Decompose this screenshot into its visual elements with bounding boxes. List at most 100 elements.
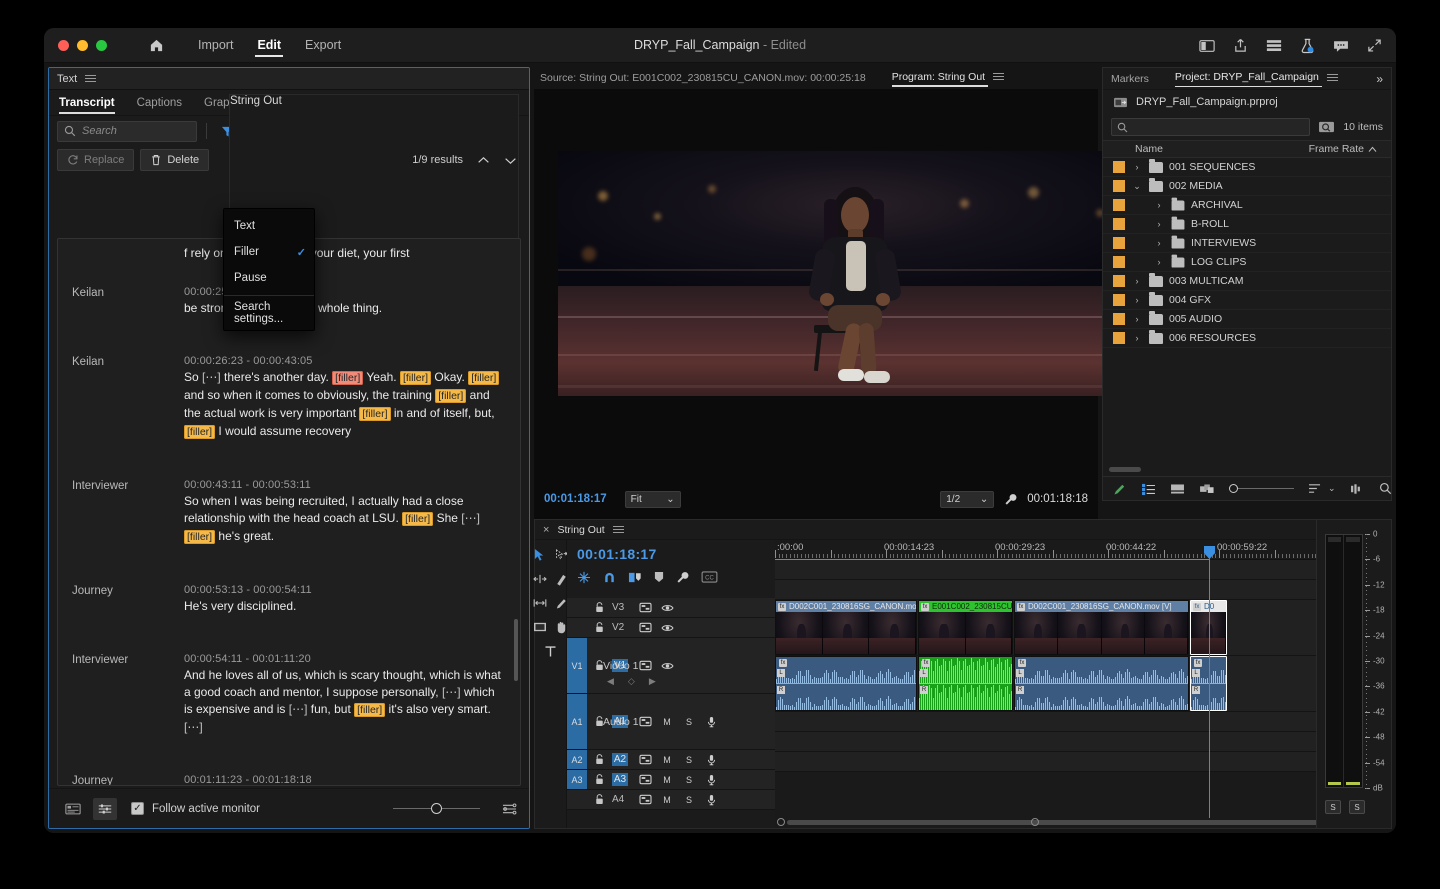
eye-icon[interactable] <box>658 657 676 675</box>
filler-word-highlight[interactable]: [filler] <box>184 530 215 544</box>
transcript-text[interactable]: He's very disciplined. <box>184 598 506 615</box>
home-icon[interactable] <box>149 38 164 53</box>
zoom-level-select[interactable]: Fit ⌄ <box>625 491 681 508</box>
filler-word-highlight[interactable]: [filler] <box>359 407 390 421</box>
bin-color-swatch[interactable] <box>1113 199 1125 211</box>
track-source-patch-a4[interactable] <box>567 790 587 809</box>
properties-icon[interactable] <box>1266 39 1282 52</box>
search-field-wrapper[interactable] <box>57 121 197 142</box>
chevron-right-icon[interactable]: › <box>1131 333 1143 343</box>
selection-tool-icon[interactable] <box>531 546 549 564</box>
maximize-window-button[interactable] <box>96 40 107 51</box>
bin-row[interactable]: ›006 RESOURCES <box>1103 329 1391 348</box>
text-panel-title[interactable]: Text <box>57 73 77 85</box>
track-header-v2[interactable]: V2 <box>567 618 775 638</box>
pen-tool-icon[interactable] <box>1113 482 1127 496</box>
track-header-a3[interactable]: A3A3MS <box>567 770 775 790</box>
program-monitor-tab[interactable]: Program: String Out <box>892 71 1004 86</box>
chevron-right-icon[interactable]: › <box>1131 162 1143 172</box>
transcript-text[interactable]: And he loves all of us, which is scary t… <box>184 667 506 736</box>
solo-track-button[interactable]: S <box>680 713 698 731</box>
mute-track-button[interactable]: M <box>658 713 676 731</box>
scrollbar-right-handle[interactable] <box>1031 818 1039 826</box>
minimize-window-button[interactable] <box>77 40 88 51</box>
chevron-right-icon[interactable]: › <box>1153 200 1165 210</box>
transcript-run[interactable]: She <box>433 511 461 525</box>
track-source-patch-a3[interactable]: A3 <box>567 770 587 789</box>
bin-color-swatch[interactable] <box>1113 332 1125 344</box>
transcript-scrollbar[interactable] <box>514 619 518 681</box>
tab-edit[interactable]: Edit <box>245 28 293 63</box>
track-header-a2[interactable]: A2A2MS <box>567 750 775 770</box>
tab-captions[interactable]: Captions <box>137 90 182 116</box>
toggle-track-output-icon[interactable] <box>636 599 654 617</box>
transcript-block[interactable]: Interviewer 00:00:54:11 - 00:01:11:20 An… <box>58 617 520 738</box>
slider-knob[interactable] <box>431 803 442 814</box>
double-chevron-icon[interactable]: » <box>1376 72 1383 86</box>
tab-project[interactable]: Project: DRYP_Fall_Campaign <box>1175 71 1338 86</box>
transcript-block[interactable]: Journey 00:01:11:23 - 00:01:18:18 mom en… <box>58 738 520 786</box>
menu-item-text[interactable]: Text <box>224 213 314 239</box>
project-bin-list[interactable]: ›001 SEQUENCES⌄002 MEDIA›ARCHIVAL›B-ROLL… <box>1103 158 1391 348</box>
find-icon[interactable] <box>1379 482 1392 495</box>
timeline-playhead-timecode[interactable]: 00:01:18:17 <box>567 540 775 566</box>
solo-track-button[interactable]: S <box>680 791 698 809</box>
source-monitor-tab[interactable]: Source: String Out: E001C002_230815CU_CA… <box>540 72 866 84</box>
project-panel-menu-icon[interactable] <box>1327 72 1338 83</box>
transcript-run[interactable]: it's also very smart. <box>385 702 491 716</box>
filler-word-highlight[interactable]: [filler] <box>435 389 466 403</box>
panel-layout-icon[interactable] <box>1199 39 1215 53</box>
solo-button-right[interactable]: S <box>1349 800 1365 814</box>
markers-sync-icon[interactable] <box>628 571 642 584</box>
track-source-patch-v3[interactable] <box>567 598 587 617</box>
program-video-frame[interactable] <box>558 151 1148 396</box>
lock-icon[interactable] <box>595 602 604 613</box>
solo-button-left[interactable]: S <box>1325 800 1341 814</box>
bin-color-swatch[interactable] <box>1113 237 1125 249</box>
settings-wrench-icon[interactable] <box>1004 493 1017 506</box>
mute-track-button[interactable]: M <box>658 771 676 789</box>
transcript-run[interactable]: Yeah. <box>363 370 400 384</box>
add-keyframe-icon[interactable]: ◇ <box>628 676 635 687</box>
transcript-zoom-slider[interactable] <box>393 803 480 814</box>
tab-export[interactable]: Export <box>293 28 353 63</box>
replace-button[interactable]: Replace <box>57 149 134 171</box>
eye-icon[interactable] <box>658 619 676 637</box>
chevron-right-icon[interactable]: › <box>1131 314 1143 324</box>
delete-button[interactable]: Delete <box>140 149 209 171</box>
transcript-block[interactable]: Journey 00:00:53:13 - 00:00:54:11 He's v… <box>58 548 520 617</box>
menu-item-pause[interactable]: Pause <box>224 265 314 291</box>
toggle-track-output-icon[interactable] <box>636 771 654 789</box>
bin-row[interactable]: ›004 GFX <box>1103 291 1391 310</box>
toggle-track-output-icon[interactable] <box>636 657 654 675</box>
timeline-track-row-a2[interactable] <box>775 712 1391 732</box>
track-source-patch-a2[interactable]: A2 <box>567 750 587 769</box>
chevron-down-icon[interactable] <box>504 156 517 165</box>
bin-color-swatch[interactable] <box>1113 275 1125 287</box>
lock-icon[interactable] <box>595 794 604 805</box>
close-icon[interactable]: × <box>543 524 549 536</box>
pause-ellipsis[interactable]: [⋯] <box>442 685 461 699</box>
chevron-right-icon[interactable]: › <box>1153 257 1165 267</box>
scrollbar-thumb[interactable] <box>787 820 1379 825</box>
program-monitor[interactable]: 00:01:18:17 Fit ⌄ 1/2 ⌄ 00:01:18:18 <box>534 89 1098 519</box>
toggle-track-output-icon[interactable] <box>636 619 654 637</box>
timeline-track-row-a1[interactable]: LRfxLRfxLRfxLRfx <box>775 656 1391 712</box>
mute-track-button[interactable]: M <box>658 791 676 809</box>
transcript-run[interactable]: there's another day. <box>221 370 332 384</box>
bin-color-swatch[interactable] <box>1113 294 1125 306</box>
lock-icon[interactable] <box>595 754 604 765</box>
tab-transcript[interactable]: Transcript <box>59 90 115 116</box>
bin-row[interactable]: ›INTERVIEWS <box>1103 234 1391 253</box>
transcript-text[interactable]: So [⋯] there's another day. [filler] Yea… <box>184 369 506 441</box>
track-source-patch-v1[interactable]: V1 <box>567 638 587 693</box>
mute-track-button[interactable]: M <box>658 751 676 769</box>
toggle-track-output-icon[interactable] <box>636 791 654 809</box>
filler-word-highlight[interactable]: [filler] <box>402 512 433 526</box>
timeline-ruler[interactable]: :00:0000:00:14:2300:00:29:2300:00:44:220… <box>775 540 1391 560</box>
follow-active-monitor-checkbox[interactable]: ✓ <box>131 802 144 815</box>
tab-import[interactable]: Import <box>186 28 245 63</box>
timeline-track-row-v3[interactable] <box>775 560 1391 580</box>
column-header-frame-rate[interactable]: Frame Rate <box>1309 143 1391 155</box>
search-input[interactable] <box>82 125 190 137</box>
